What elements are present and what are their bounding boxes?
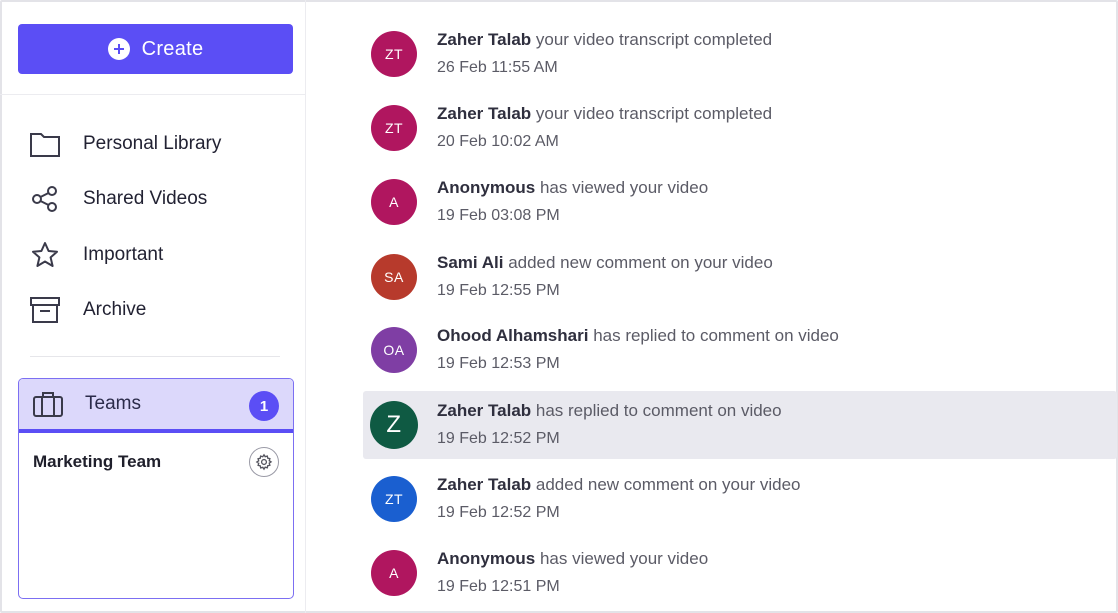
notification-author: Zaher Talab [437,475,532,494]
avatar: Z [370,401,418,449]
avatar: ZT [371,105,417,151]
archive-icon [28,293,62,327]
notification-item[interactable]: SA Sami Ali added new comment on your vi… [363,243,1117,311]
notification-author: Zaher Talab [437,30,532,49]
notification-item[interactable]: OA Ohood Alhamshari has replied to comme… [363,316,1117,384]
notification-time: 19 Feb 12:52 PM [437,430,560,447]
notification-author: Zaher Talab [437,104,532,123]
notification-action: has replied to comment on video [535,401,782,420]
avatar: A [371,550,417,596]
notification-item[interactable]: A Anonymous has viewed your video 19 Feb… [363,168,1117,236]
notification-time: 19 Feb 12:52 PM [437,504,560,521]
sidebar-item-label: Shared Videos [83,188,208,209]
notification-time: 19 Feb 12:55 PM [437,282,560,299]
sidebar-item-important[interactable]: Important [28,235,288,275]
teams-count-badge: 1 [249,391,279,421]
avatar: ZT [371,476,417,522]
create-button-label: Create [141,37,204,60]
share-icon [28,182,62,216]
notification-action: your video transcript completed [535,104,773,123]
notification-item[interactable]: ZT Zaher Talab your video transcript com… [363,20,1117,88]
notification-action: added new comment on your video [508,253,773,272]
sidebar-divider [30,356,280,357]
star-icon [28,238,62,272]
team-row[interactable]: Marketing Team [19,433,293,477]
notification-action: added new comment on your video [535,475,801,494]
notification-item[interactable]: ZT Zaher Talab added new comment on your… [363,465,1117,533]
notification-author: Ohood Alhamshari [437,326,589,345]
teams-panel: Teams 1 Marketing Team [18,378,294,599]
notification-time: 19 Feb 12:53 PM [437,355,560,372]
sidebar-item-teams[interactable]: Teams 1 [19,379,293,433]
notification-action: your video transcript completed [535,30,773,49]
plus-circle-icon [107,38,130,60]
sidebar: Create Personal Library Shared Videos Im… [0,0,306,613]
folder-icon [28,127,62,161]
notification-time: 20 Feb 10:02 AM [437,133,559,150]
gear-icon[interactable] [249,447,279,477]
notification-action: has replied to comment on video [593,326,839,345]
notification-author: Anonymous [437,178,536,197]
teams-label: Teams [85,393,141,414]
avatar: A [371,179,417,225]
notification-time: 19 Feb 12:51 PM [437,578,560,595]
sidebar-item-archive[interactable]: Archive [28,290,288,330]
avatar: ZT [371,31,417,77]
sidebar-item-label: Important [83,244,164,265]
avatar: OA [371,327,417,373]
team-name: Marketing Team [33,452,162,471]
notification-item[interactable]: ZT Zaher Talab your video transcript com… [363,94,1117,162]
notification-item[interactable]: A Anonymous has viewed your video 19 Feb… [363,539,1117,607]
notification-author: Zaher Talab [437,401,532,420]
sidebar-item-personal-library[interactable]: Personal Library [28,124,288,164]
notification-time: 19 Feb 03:08 PM [437,207,560,224]
briefcase-icon [31,387,65,421]
notification-author: Anonymous [437,549,536,568]
notification-item-selected[interactable]: Z Zaher Talab has replied to comment on … [363,391,1117,459]
sidebar-item-label: Personal Library [83,133,222,154]
notification-action: has viewed your video [539,178,709,197]
notification-action: has viewed your video [539,549,709,568]
notification-author: Sami Ali [437,253,504,272]
sidebar-item-shared-videos[interactable]: Shared Videos [28,179,288,219]
create-button[interactable]: Create [18,24,293,74]
sidebar-divider [0,94,306,95]
notification-time: 26 Feb 11:55 AM [437,59,558,76]
sidebar-item-label: Archive [83,299,147,320]
avatar: SA [371,254,417,300]
notifications-feed: ZT Zaher Talab your video transcript com… [345,0,1118,613]
